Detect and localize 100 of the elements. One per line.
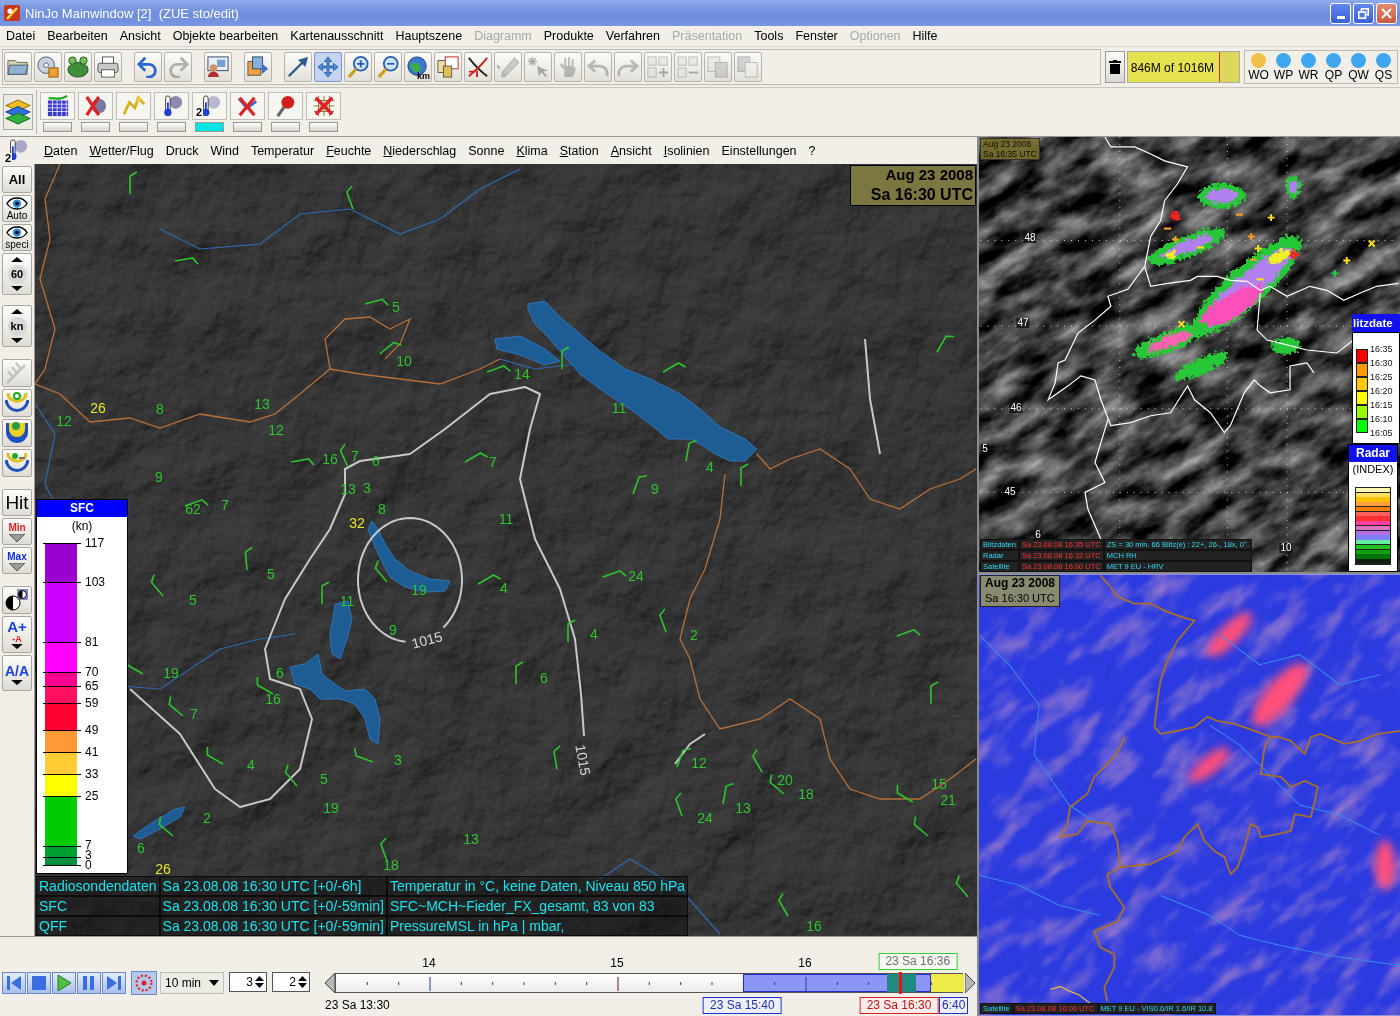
zoom-in-button[interactable] [344, 52, 372, 82]
menu-item[interactable]: Ansicht [113, 29, 167, 43]
status-light-icon[interactable] [1376, 53, 1391, 68]
hit-button[interactable]: Hit [2, 489, 32, 516]
step-forward-button[interactable] [102, 972, 126, 994]
map-windows-button[interactable] [434, 52, 462, 82]
minimize-icon [1336, 15, 1345, 19]
stop-button[interactable] [27, 972, 51, 994]
menu-item[interactable]: Fenster [789, 29, 844, 43]
station-value: 8 [378, 502, 386, 516]
layer-button[interactable] [40, 91, 75, 133]
cross-section-icon [467, 56, 489, 78]
menu-item[interactable]: Niederschlag [377, 143, 463, 158]
status-light-icon[interactable] [1351, 53, 1366, 68]
isobar-label: 1015 [573, 743, 593, 777]
menu-item[interactable]: Verfahren [599, 29, 667, 43]
layer-button[interactable] [230, 91, 265, 133]
menu-item[interactable]: Isolinien [657, 143, 716, 158]
legend-tick-label: 103 [85, 576, 106, 587]
print-button[interactable] [94, 52, 122, 82]
unit-spinner[interactable]: kn [2, 305, 32, 347]
lightning-minus-icon [1256, 278, 1264, 281]
status-light-icon[interactable] [1326, 53, 1341, 68]
menu-item[interactable]: Einstellungen [715, 143, 803, 158]
menu-item[interactable]: Datei [0, 29, 42, 43]
grid-label: 47 [1016, 318, 1030, 328]
min-button[interactable]: Min [2, 518, 32, 545]
play-button[interactable] [52, 972, 76, 994]
all-button[interactable]: All [2, 166, 32, 193]
menu-item[interactable]: Sonne [462, 143, 511, 158]
step-forward-icon [107, 975, 121, 991]
layer-button[interactable] [268, 91, 303, 133]
restore-button[interactable] [1353, 2, 1374, 24]
menu-item[interactable]: Druck [159, 143, 205, 158]
status-light-icon[interactable] [1276, 53, 1291, 68]
skip-back-button[interactable] [2, 972, 26, 994]
menu-item[interactable]: Produkte [537, 29, 600, 43]
speci-button[interactable]: speci [2, 224, 32, 251]
layer-menu-button[interactable]: 2 [4, 138, 30, 163]
printer-icon [97, 56, 119, 78]
menu-item[interactable]: Tools [748, 29, 790, 43]
status-label: QS [1374, 68, 1393, 82]
spinner-field[interactable]: 2 [272, 972, 310, 992]
save-button[interactable] [34, 52, 62, 82]
menu-item[interactable]: Station [553, 143, 605, 158]
layer-button[interactable] [154, 91, 189, 133]
presentation-button[interactable] [204, 52, 232, 82]
menu-item[interactable]: Wetter/Flug [83, 143, 160, 158]
wind-barb-icon [658, 608, 667, 633]
scale-button[interactable]: km [404, 52, 432, 82]
pause-button[interactable] [77, 972, 101, 994]
menu-item[interactable]: Daten [38, 143, 84, 158]
down-arrow-icon [11, 338, 23, 343]
menu-item[interactable]: Bearbeiten [41, 29, 114, 43]
close-button[interactable] [1376, 2, 1397, 24]
menu-item[interactable]: Hilfe [906, 29, 944, 43]
isoline-label-button[interactable] [2, 449, 32, 477]
undo-button[interactable] [134, 52, 162, 82]
menu-item[interactable]: Hauptszene [389, 29, 469, 43]
menu-item[interactable]: Klima [510, 143, 554, 158]
layer-button[interactable] [306, 91, 341, 133]
font-size-spinner[interactable]: A+ -A [2, 616, 32, 653]
contrast-button[interactable] [2, 586, 32, 614]
layers-button[interactable] [3, 94, 33, 130]
menu-item[interactable]: Temperatur [244, 143, 321, 158]
zoom-out-button[interactable] [374, 52, 402, 82]
minimize-button[interactable] [1330, 2, 1351, 24]
info-cell: SFC~MCH~Fieder_FX_gesamt, 83 von 83 [386, 896, 689, 916]
export-image-button[interactable] [244, 52, 272, 82]
max-button[interactable]: Max [2, 547, 32, 574]
info-cell: Temperatur in °C, keine Daten, Niveau 850 hPa [386, 876, 689, 896]
copy-icon [707, 56, 729, 78]
open-button[interactable] [4, 52, 32, 82]
menu-item[interactable]: Feuchte [320, 143, 378, 158]
select-button[interactable] [284, 52, 312, 82]
interval-dropdown[interactable]: 10 min [160, 972, 224, 994]
current-time-marker[interactable] [898, 972, 902, 994]
menu-item[interactable]: Kartenausschnitt [284, 29, 390, 43]
pan-button[interactable] [314, 52, 342, 82]
isoline-button[interactable] [2, 389, 32, 417]
spinner-field[interactable]: 3 [229, 972, 267, 992]
legend-tick-label: 16:25 [1370, 372, 1393, 382]
info-cell: Sa 23.08.08 16:30 UTC [+0/-59min] [159, 896, 387, 916]
status-light-icon[interactable] [1301, 53, 1316, 68]
layer-button[interactable] [78, 91, 113, 133]
grid-label: 48 [1023, 233, 1037, 243]
station-value: 26 [90, 401, 106, 415]
garbage-collect-button[interactable] [1104, 51, 1125, 83]
menu-item[interactable]: ? [802, 143, 822, 158]
interval-spinner[interactable]: 60 [2, 253, 32, 295]
cross-section-button[interactable] [464, 52, 492, 82]
auto-button[interactable]: Auto [2, 195, 32, 222]
menu-item[interactable]: Wind [204, 143, 245, 158]
sync-button[interactable] [131, 971, 157, 995]
frog-button[interactable] [64, 52, 92, 82]
legend-tick-label: 16:15 [1370, 400, 1393, 410]
font-toggle-button[interactable]: A/A [2, 655, 32, 691]
isoline-fill-button[interactable] [2, 419, 32, 447]
menu-item[interactable]: Objekte bearbeiten [166, 29, 285, 43]
menu-item[interactable]: Ansicht [604, 143, 658, 158]
